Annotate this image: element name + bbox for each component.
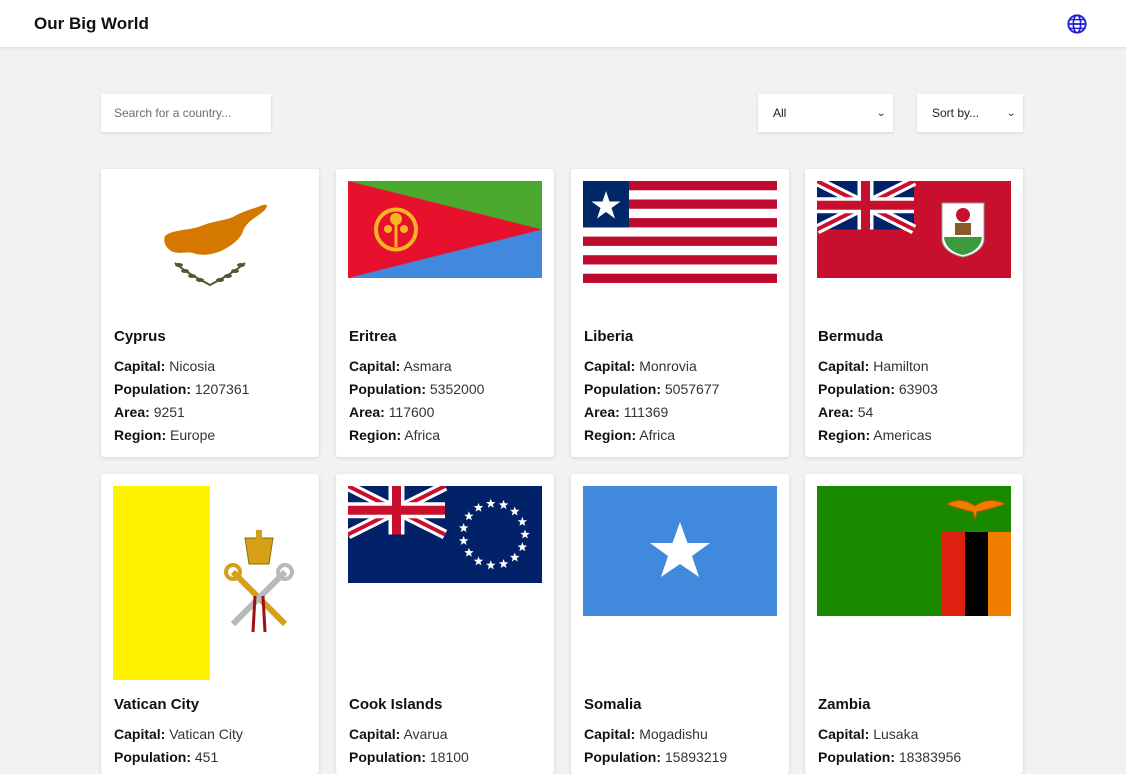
country-info: Eritrea Capital: Asmara Population: 5352… (349, 328, 484, 447)
flag-eritrea (348, 181, 542, 309)
country-info: Vatican City Capital: Vatican City Popul… (114, 696, 243, 769)
region-row: Region: Americas (818, 427, 932, 443)
population-value: 18100 (429, 749, 469, 765)
chevron-down-icon: ⌄ (1005, 107, 1016, 119)
population-row: Population: 451 (114, 749, 219, 765)
country-card-cook-islands[interactable]: Cook Islands Capital: Avarua Population:… (336, 474, 554, 774)
population-row: Population: 18100 (349, 749, 469, 765)
capital-value: Monrovia (639, 358, 697, 374)
country-info: Bermuda Capital: Hamilton Population: 63… (818, 328, 938, 447)
country-card-zambia[interactable]: Zambia Capital: Lusaka Population: 18383… (805, 474, 1023, 774)
area-row: Area: 54 (818, 404, 874, 420)
flag-cyprus (113, 181, 307, 309)
sort-select[interactable]: Sort by... ⌄ (917, 94, 1023, 132)
capital-value: Avarua (403, 726, 448, 742)
population-row: Population: 15893219 (584, 749, 728, 765)
capital-row: Capital: Avarua (349, 726, 448, 742)
country-card-vatican-city[interactable]: Vatican City Capital: Vatican City Popul… (101, 474, 319, 774)
sort-select-value: Sort by... (932, 106, 980, 120)
country-name: Vatican City (114, 696, 200, 713)
capital-row: Capital: Asmara (349, 358, 452, 374)
country-info: Somalia Capital: Mogadishu Population: 1… (584, 696, 727, 769)
area-value: 9251 (153, 404, 185, 420)
population-row: Population: 5352000 (349, 381, 485, 397)
country-card-cyprus[interactable]: Cyprus Capital: Nicosia Population: 1207… (101, 169, 319, 457)
country-name: Zambia (818, 696, 871, 713)
capital-row: Capital: Vatican City (114, 726, 243, 742)
country-card-bermuda[interactable]: Bermuda Capital: Hamilton Population: 63… (805, 169, 1023, 457)
population-value: 5352000 (429, 381, 485, 397)
globe-icon[interactable] (1066, 13, 1088, 35)
country-info: Cook Islands Capital: Avarua Population:… (349, 696, 469, 769)
population-value: 18383956 (898, 749, 962, 765)
capital-row: Capital: Nicosia (114, 358, 216, 374)
population-value: 5057677 (664, 381, 720, 397)
region-value: Africa (404, 427, 441, 443)
area-row: Area: 111369 (584, 404, 669, 420)
region-row: Region: Africa (584, 427, 676, 443)
population-row: Population: 63903 (818, 381, 938, 397)
country-name: Somalia (584, 696, 642, 713)
capital-row: Capital: Mogadishu (584, 726, 708, 742)
flag-liberia (583, 181, 777, 309)
region-select[interactable]: All ⌄ (758, 94, 893, 132)
area-value: 117600 (388, 404, 435, 420)
app-header: Our Big World (0, 0, 1126, 48)
app-title[interactable]: Our Big World (34, 14, 149, 34)
area-value: 111369 (623, 404, 669, 420)
country-info: Liberia Capital: Monrovia Population: 50… (584, 328, 719, 447)
population-value: 451 (194, 749, 219, 765)
capital-value: Hamilton (873, 358, 929, 374)
country-name: Bermuda (818, 328, 884, 345)
capital-row: Capital: Monrovia (584, 358, 697, 374)
region-select-value: All (773, 106, 787, 120)
capital-value: Nicosia (169, 358, 216, 374)
population-row: Population: 1207361 (114, 381, 250, 397)
capital-value: Asmara (403, 358, 452, 374)
capital-value: Vatican City (169, 726, 243, 742)
country-name: Cook Islands (349, 696, 443, 713)
population-row: Population: 5057677 (584, 381, 720, 397)
country-info: Zambia Capital: Lusaka Population: 18383… (818, 696, 961, 769)
area-row: Area: 117600 (349, 404, 435, 420)
capital-row: Capital: Hamilton (818, 358, 929, 374)
capital-row: Capital: Lusaka (818, 726, 919, 742)
region-row: Region: Europe (114, 427, 216, 443)
country-name: Liberia (584, 328, 634, 345)
region-value: Africa (639, 427, 676, 443)
country-info: Cyprus Capital: Nicosia Population: 1207… (114, 328, 249, 447)
country-name: Eritrea (349, 328, 397, 345)
capital-value: Mogadishu (639, 726, 708, 742)
flag-somalia (583, 486, 777, 680)
flag-cook-islands (348, 486, 542, 680)
filter-controls: Search for a country... All ⌄ Sort by...… (101, 94, 1023, 132)
population-value: 15893219 (664, 749, 728, 765)
capital-value: Lusaka (873, 726, 919, 742)
area-value: 54 (857, 404, 874, 420)
flag-zambia (817, 486, 1011, 680)
population-row: Population: 18383956 (818, 749, 962, 765)
area-row: Area: 9251 (114, 404, 185, 420)
search-input[interactable]: Search for a country... (101, 94, 271, 132)
region-value: Americas (873, 427, 932, 443)
population-value: 1207361 (194, 381, 250, 397)
country-name: Cyprus (114, 328, 166, 345)
region-value: Europe (170, 427, 216, 443)
country-card-liberia[interactable]: Liberia Capital: Monrovia Population: 50… (571, 169, 789, 457)
region-row: Region: Africa (349, 427, 441, 443)
country-card-eritrea[interactable]: Eritrea Capital: Asmara Population: 5352… (336, 169, 554, 457)
country-card-somalia[interactable]: Somalia Capital: Mogadishu Population: 1… (571, 474, 789, 774)
flag-bermuda (817, 181, 1011, 309)
flag-vatican-city (113, 486, 307, 680)
chevron-down-icon: ⌄ (875, 107, 886, 119)
population-value: 63903 (898, 381, 938, 397)
